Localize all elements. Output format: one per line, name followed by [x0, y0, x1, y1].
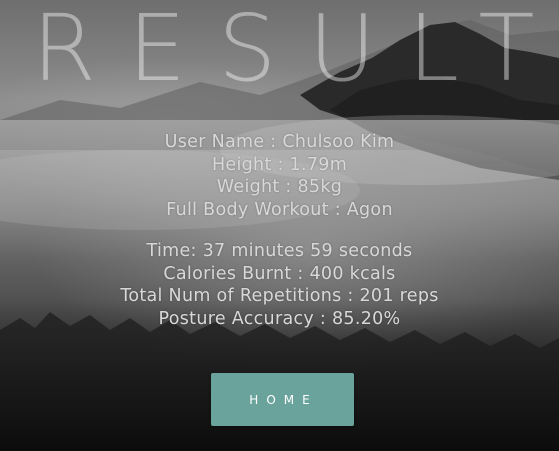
workout-text: Full Body Workout : Agon	[166, 199, 393, 220]
profile-info: User Name : Chulsoo Kim Height : 1.79m W…	[0, 131, 559, 221]
page-title: RESULT	[32, 0, 559, 102]
result-screen: RESULT User Name : Chulsoo Kim Height : …	[0, 0, 559, 451]
height-text: Height : 1.79m	[211, 154, 348, 175]
weight-text: Weight : 85kg	[216, 177, 343, 197]
calories-text: Calories Burnt : 400 kcals	[163, 263, 396, 284]
time-text: Time: 37 minutes 59 seconds	[146, 241, 413, 261]
user-name-text: User Name : Chulsoo Kim	[164, 132, 395, 152]
posture-accuracy-text: Posture Accuracy : 85.20%	[158, 308, 401, 329]
repetitions-text: Total Num of Repetitions : 201 reps	[120, 286, 439, 306]
home-button[interactable]: HOME	[211, 373, 354, 426]
workout-stats: Time: 37 minutes 59 seconds Calories Bur…	[0, 240, 559, 330]
